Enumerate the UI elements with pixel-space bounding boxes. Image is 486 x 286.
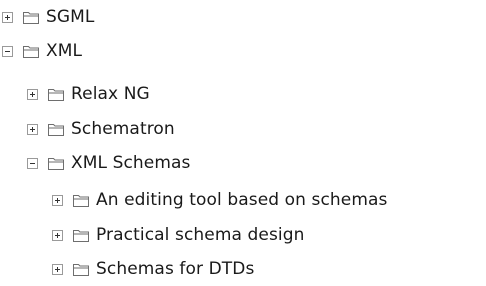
expand-toggle-icon[interactable] [52,194,63,206]
tree-node-practical-schema-design[interactable]: Practical schema design [52,218,305,252]
folder-icon [23,11,39,24]
tree-node-label[interactable]: XML Schemas [71,153,191,173]
tree-node-label[interactable]: An editing tool based on schemas [96,190,388,210]
tree-node-label[interactable]: Practical schema design [96,225,305,245]
folder-tree: SGML XML Relax NG Schematron XML Schemas [0,0,486,286]
tree-node-editing-tool[interactable]: An editing tool based on schemas [52,183,388,217]
tree-node-xml[interactable]: XML [2,34,82,68]
expand-toggle-icon[interactable] [52,263,63,275]
expand-toggle-icon[interactable] [2,11,13,23]
expand-toggle-icon[interactable] [52,229,63,241]
folder-icon [73,229,89,242]
tree-node-schematron[interactable]: Schematron [27,112,175,146]
expand-toggle-icon[interactable] [27,123,38,135]
tree-node-sgml[interactable]: SGML [2,0,95,34]
tree-node-schemas-for-dtds[interactable]: Schemas for DTDs [52,252,254,286]
folder-icon [73,263,89,276]
tree-node-label[interactable]: Schemas for DTDs [96,259,254,279]
collapse-toggle-icon[interactable] [27,157,38,169]
folder-icon [23,45,39,58]
folder-icon [48,123,64,136]
tree-node-label[interactable]: Schematron [71,119,175,139]
folder-icon [73,194,89,207]
tree-node-label[interactable]: XML [46,41,82,61]
collapse-toggle-icon[interactable] [2,45,13,57]
folder-icon [48,88,64,101]
tree-node-label[interactable]: SGML [46,7,95,27]
tree-node-xml-schemas[interactable]: XML Schemas [27,146,191,180]
tree-node-relax-ng[interactable]: Relax NG [27,77,150,111]
expand-toggle-icon[interactable] [27,88,38,100]
folder-icon [48,157,64,170]
tree-node-label[interactable]: Relax NG [71,84,150,104]
